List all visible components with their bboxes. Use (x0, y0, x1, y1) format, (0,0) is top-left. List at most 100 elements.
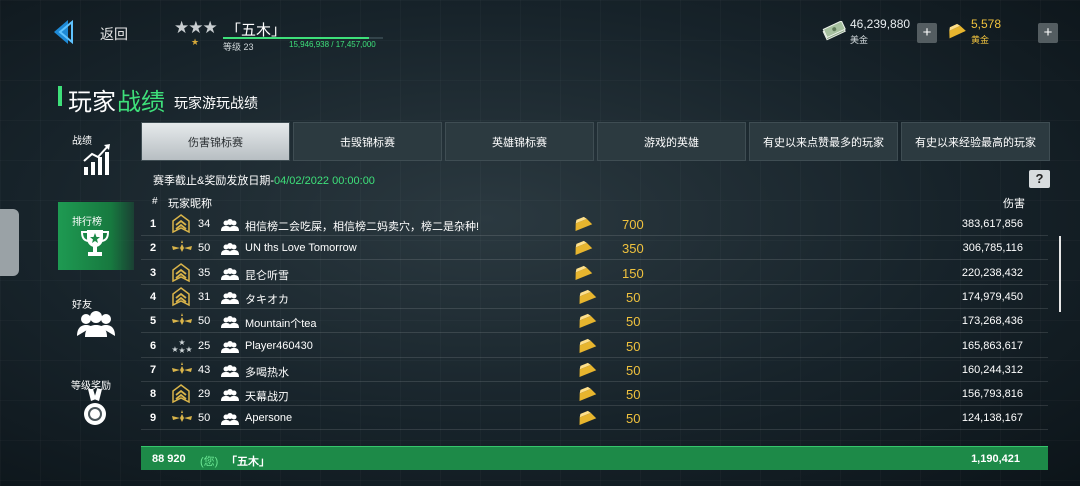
friends-icon[interactable] (221, 291, 239, 304)
help-button[interactable]: ? (1029, 170, 1050, 188)
table-row[interactable]: 8 29 天幕战刃 50 156,793,816 (141, 382, 1048, 407)
player-name: Apersone (245, 412, 293, 425)
season-label: 赛季截止&奖励发放日期- (153, 175, 274, 187)
gold-bar-icon (575, 288, 597, 305)
small-star-icon: ★ (191, 37, 200, 47)
table-row[interactable]: 2 50 UN ths Love Tomorrow 350 306,785,116 (141, 236, 1048, 261)
back-button[interactable]: 返回 (100, 24, 128, 44)
player-name: UN ths Love Tomorrow (245, 242, 357, 255)
rank-stars-badge: ★ ★ ★ ★ (171, 336, 192, 356)
season-date: 04/02/2022 00:00:00 (274, 175, 375, 187)
rank-number: 9 (150, 412, 157, 425)
player-level: 43 (198, 363, 211, 376)
friends-icon[interactable] (221, 315, 239, 329)
table-row[interactable]: 3 35 昆仑听雪 150 220,238,432 (141, 261, 1048, 285)
player-name: 相信榜二会吃屎，相信榜二妈卖穴，榜二是杂种! (245, 221, 480, 233)
table-row[interactable]: 4 31 タキオカ 50 174,979,450 (141, 285, 1048, 309)
table-row[interactable]: 1 34 相信榜二会吃屎，相信榜二妈卖穴，榜二是杂种! 700 383,617,856 (141, 212, 1048, 236)
damage-value: 173,268,436 (961, 315, 1023, 328)
self-you-label: (您) (200, 456, 219, 468)
tab-hero-tournament[interactable]: 英雄锦标赛 (445, 122, 594, 161)
friends-icon[interactable] (221, 388, 239, 402)
gold-value: 5,578 (971, 17, 1002, 31)
player-name: Mountain个tea (245, 318, 317, 331)
level-label: 等级 23 (223, 42, 254, 52)
reward-amount: 700 (622, 217, 644, 232)
season-deadline: 赛季截止&奖励发放日期-04/02/2022 00:00:00 (153, 172, 375, 188)
tab-damage-tournament[interactable]: 伤害锦标赛 (141, 122, 290, 161)
svg-text:★: ★ (185, 345, 192, 354)
damage-value: 174,979,450 (961, 290, 1023, 303)
table-row[interactable]: 6 ★ ★ ★ ★ 25 Player460430 50 165,863,617 (141, 334, 1048, 358)
player-level: 29 (198, 388, 211, 401)
friends-icon[interactable] (221, 412, 239, 426)
medal-icon (83, 389, 107, 432)
add-cash-button[interactable]: + (917, 23, 937, 43)
column-header-rank: # (152, 196, 158, 207)
player-level: 25 (198, 339, 211, 352)
gold-bar-icon (575, 409, 597, 426)
gold-bar-icon (571, 239, 593, 256)
friends-icon[interactable] (221, 267, 239, 280)
friends-icon[interactable] (221, 364, 239, 377)
gold-bar-icon (575, 312, 597, 329)
gold-bar-icon (571, 264, 593, 281)
cash-label: 美金 (850, 35, 869, 45)
title-accent-bar (58, 86, 62, 106)
gold-bar-icon (571, 215, 593, 232)
player-level: 50 (198, 412, 211, 425)
self-rank-row[interactable]: 88 920 (您) 「五木」 1,190,421 (141, 446, 1048, 470)
edge-swipe-handle[interactable] (0, 209, 19, 276)
tab-game-heroes[interactable]: 游戏的英雄 (597, 122, 746, 161)
tab-most-liked[interactable]: 有史以来点赞最多的玩家 (749, 122, 898, 161)
rank-number: 2 (150, 242, 157, 255)
rank-wings-badge (171, 238, 192, 258)
player-name: タキオカ (245, 293, 289, 306)
sidebar-item-friends[interactable]: 好友 (58, 290, 134, 350)
page-title-part2: 战绩 (117, 89, 165, 116)
player-level: 31 (198, 290, 211, 303)
friends-icon[interactable] (221, 242, 239, 256)
rank-chevron-badge (171, 384, 191, 404)
tab-highest-xp[interactable]: 有史以来经验最高的玩家 (901, 122, 1050, 161)
player-level: 34 (198, 218, 211, 230)
gold-bar-icon (575, 361, 597, 378)
damage-value: 306,785,116 (962, 242, 1023, 255)
damage-value: 124,138,167 (961, 412, 1023, 425)
gold-bar-icon (944, 21, 968, 46)
reward-amount: 50 (626, 314, 641, 330)
gold-bar-icon (575, 337, 597, 354)
reward-amount: 50 (626, 387, 641, 403)
page-subtitle: 玩家游玩战绩 (174, 95, 258, 111)
column-header-name: 玩家昵称 (168, 198, 212, 210)
gold-label: 黄金 (971, 35, 990, 45)
damage-value: 383,617,856 (961, 218, 1023, 230)
page-title-part1: 玩家 (68, 89, 116, 116)
reward-amount: 350 (622, 241, 644, 257)
friends-icon (76, 310, 116, 343)
damage-value: 165,863,617 (961, 339, 1023, 352)
reward-amount: 50 (626, 289, 641, 305)
tab-kills-tournament[interactable]: 击毁锦标赛 (293, 122, 442, 161)
table-row[interactable]: 7 43 多喝热水 50 160,244,312 (141, 358, 1048, 382)
gold-bar-icon (575, 385, 597, 402)
damage-value: 220,238,432 (961, 266, 1023, 279)
reward-amount: 150 (622, 265, 644, 281)
self-damage: 1,190,421 (971, 453, 1020, 465)
add-gold-button[interactable]: + (1038, 23, 1058, 43)
cash-stack-icon (822, 20, 846, 46)
cash-value: 46,239,880 (850, 17, 911, 31)
friends-icon[interactable] (221, 218, 239, 231)
column-header-damage: 伤害 (1003, 198, 1025, 210)
back-arrow-icon[interactable] (50, 18, 76, 46)
sidebar-item-leaderboard[interactable]: 排行榜 (58, 202, 134, 270)
player-name: Player460430 (245, 339, 313, 352)
scrollbar[interactable] (1059, 236, 1061, 312)
table-row[interactable]: 5 50 Mountain个tea 50 173,268,436 (141, 309, 1048, 334)
sidebar-item-level-rewards[interactable]: 等级奖励 (58, 372, 134, 432)
friends-icon[interactable] (221, 340, 239, 353)
rank-wings-badge (171, 360, 192, 380)
sidebar-item-stats[interactable]: 战绩 (58, 126, 134, 184)
table-row[interactable]: 9 50 Apersone 50 124,138,167 (141, 406, 1048, 431)
damage-value: 160,244,312 (961, 363, 1023, 376)
